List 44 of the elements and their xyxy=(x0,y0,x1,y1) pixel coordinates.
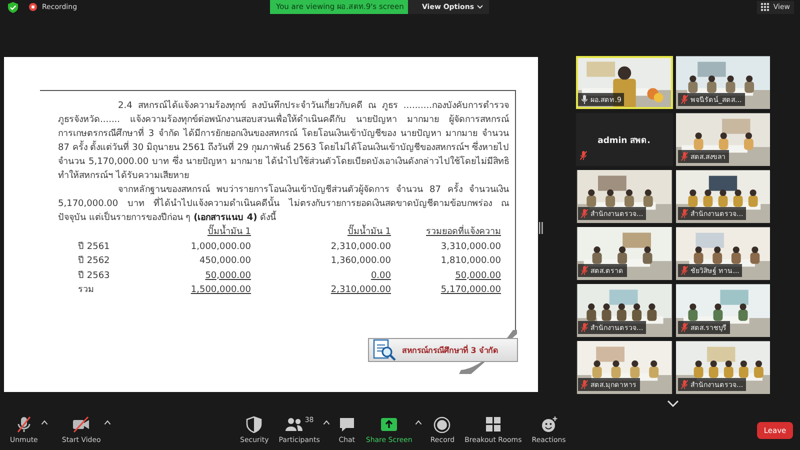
chevron-down-icon[interactable] xyxy=(666,400,678,407)
shield-check-icon[interactable] xyxy=(8,2,18,12)
column-header: ปั๊มน้ำมัน 1 xyxy=(136,225,251,240)
recording-icon xyxy=(29,3,37,11)
column-header: รวมยอดที่แจ้งความ xyxy=(391,225,501,240)
magnifier-document-icon xyxy=(372,339,398,361)
table-cell-text: 1,500,000.00 xyxy=(190,284,251,297)
grid-icon xyxy=(761,3,770,11)
row-label: ปี 2561 xyxy=(77,240,111,254)
row-label: รวม xyxy=(77,284,95,297)
record-icon xyxy=(433,416,452,433)
table-cell-text: 0.00 xyxy=(370,270,391,282)
resize-handle-icon[interactable] xyxy=(539,222,543,234)
caret-icon xyxy=(477,5,484,9)
row-label: ปี 2563 xyxy=(77,270,111,282)
table-cell-text: 50,000.00 xyxy=(204,270,251,282)
caret-icon[interactable] xyxy=(104,420,111,425)
grid-icon xyxy=(484,416,502,433)
smiley-plus-icon xyxy=(540,416,558,433)
mic-off-icon xyxy=(14,416,33,433)
participant-name: admin สพด. xyxy=(598,134,650,146)
column-header: ปั๊มน้ำมัน 1 xyxy=(251,225,391,240)
chat-bubble-icon xyxy=(338,416,356,433)
table-cell-text: 1,360,000.00 xyxy=(330,255,391,268)
table-cell-text: 2,310,000.00 xyxy=(330,240,391,254)
table-cell-text: 1,000,000.00 xyxy=(190,240,251,254)
caption-text: สหกรณ์กรณีศึกษาที่ 3 จำกัด xyxy=(402,344,498,356)
table-cell-text: 1,810,000.00 xyxy=(440,255,501,268)
shield-icon xyxy=(245,416,264,433)
table-cell-text: 3,310,000.00 xyxy=(440,240,501,254)
table-cell-text: 5,170,000.00 xyxy=(440,284,501,297)
row-label: ปี 2562 xyxy=(77,254,111,268)
video-tile[interactable]: admin สพด. xyxy=(576,113,672,166)
table-cell-text: 50,000.00 xyxy=(454,270,501,282)
share-screen-icon xyxy=(380,416,398,433)
table-cell-text: 2,310,000.00 xyxy=(330,284,391,297)
caret-icon[interactable] xyxy=(322,420,330,425)
caret-icon[interactable] xyxy=(415,420,422,425)
people-icon xyxy=(284,416,303,433)
caret-icon[interactable] xyxy=(40,420,48,425)
video-off-icon xyxy=(72,416,90,433)
table-cell-text: 450,000.00 xyxy=(198,255,251,268)
paragraph: 2.4 สหกรณ์ได้แจ้งความร้องทุกข์ ลงบันทึกประจำวันเกี่ยวกับคดี ณ ภูธร ..........กองบังคับการตำรวจภูธรจังหวัด....... แจ้งความร้องทุกข์ต่อพนักงานสอบสวนเพื่อให้ดำเนินคดีกับ นายปัญหา มากมาย ผู้จัดการสหกรณ์การเกษตรกรณีศึกษาที่ 3 จำกัด ได้มีการยักยอกเงินของสหกรณ์ โดยโอนเงินเข้าบัญชีของ นายปัญหา มากมาย จำนวน 87 ครั้ง ตั้งแต่วันที่ 30 มิถุนายน 2561 ถึงวันที่ 29 กุมภาพันธ์ 2563 โดยไม่ได้โอนเงินเข้าบัญชีของสหกรณ์ฯ ซึ่งหายไป จำนวน 5,170,000.00 บาท ซึ่ง นายปัญหา มากมาย ได้นำไปใช้ส่วนตัวโดยเบียดบังเอาเงินดังกล่าวไปใช้โดยไม่มีสิทธิ ทำให้สหกรณ์ฯ ได้รับความเสียหาย xyxy=(58,99,509,183)
paragraph: จากหลักฐานของสหกรณ์ พบว่ารายการโอนเงินเข้าบัญชีส่วนตัวผู้จัดการ จำนวน 87 ครั้ง จำนวนเงิน 5,170,000.00 บาท ที่ได้นำไปแจ้งความดำเนินคดีนั้น ไม่ตรงกับรายการยอดเงินสดขาดบัญชีตามข้อบกพร่อง ณ ปัจจุบัน แต่เป็นรายการของปีก่อน ๆ (เอกสารแนบ 4) ดังนี้ xyxy=(58,183,509,225)
